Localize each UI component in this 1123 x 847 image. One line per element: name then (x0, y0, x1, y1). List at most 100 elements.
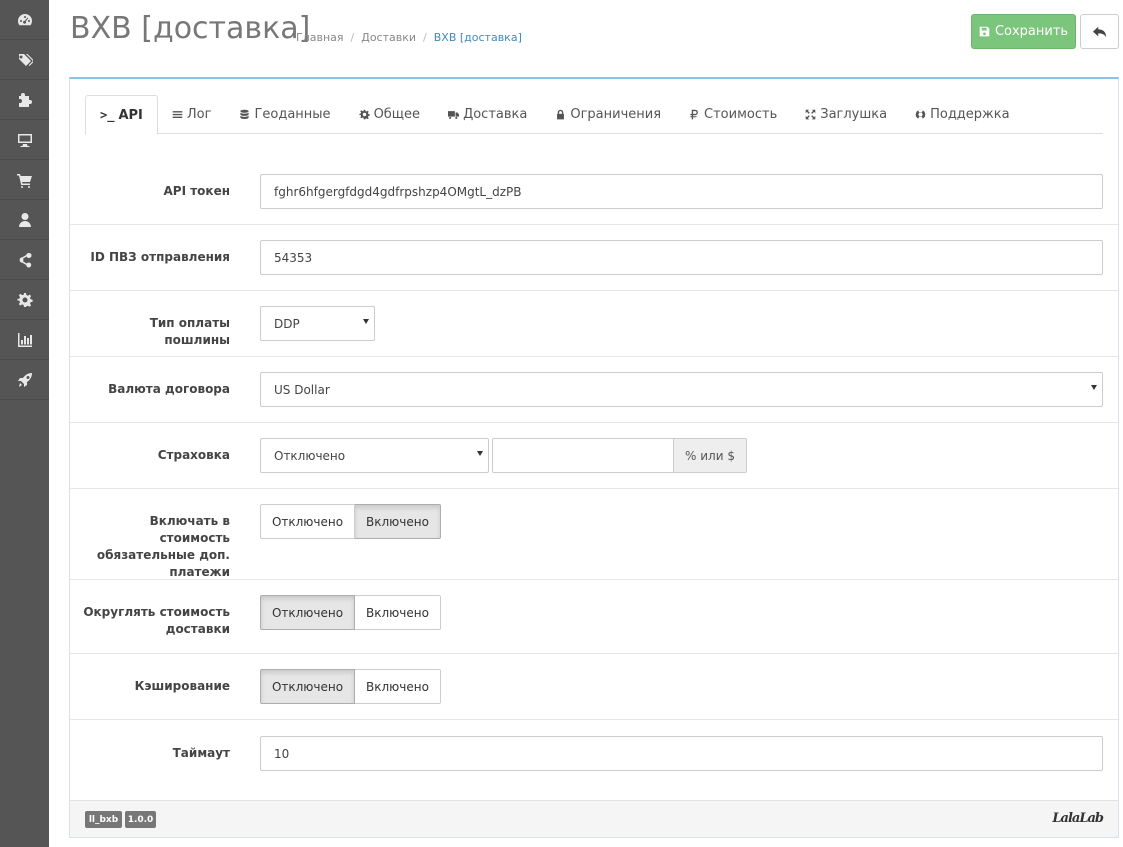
tab-api-label: API (118, 107, 143, 123)
reply-arrow-icon (1092, 26, 1106, 37)
tab-api[interactable]: >_ API (85, 95, 158, 135)
dashboard-icon (17, 13, 32, 25)
sidebar-item-extensions[interactable] (0, 80, 49, 120)
settings-panel: >_ API Лог Геоданные Общее Доставка Огра… (69, 77, 1119, 838)
gear-icon (358, 109, 370, 120)
tab-geodata[interactable]: Геоданные (225, 95, 344, 134)
insurance-select[interactable]: Отключено (260, 438, 489, 473)
tab-restrictions-label: Ограничения (570, 107, 662, 122)
form-row-duty-type: Тип оплаты пошлины DDP (70, 291, 1118, 357)
sidebar-item-design[interactable] (0, 120, 49, 160)
tab-stub-label: Заглушка (820, 107, 888, 122)
insurance-label: Страховка (157, 448, 230, 462)
timeout-label: Таймаут (172, 746, 230, 760)
save-button-label: Сохранить (994, 24, 1069, 39)
list-icon (172, 111, 183, 118)
tab-general[interactable]: Общее (345, 95, 435, 134)
bar-chart-icon (17, 332, 32, 347)
tab-restrictions[interactable]: Ограничения (541, 95, 675, 134)
duty-type-label: Тип оплаты пошлины (149, 316, 230, 347)
currency-select[interactable]: US Dollar (260, 372, 1103, 407)
form-row-caching: Кэширование Отключено Включено (70, 654, 1118, 720)
tab-bar: >_ API Лог Геоданные Общее Доставка Огра… (85, 95, 1103, 135)
breadcrumb-home-link[interactable]: Главная (296, 31, 344, 44)
sidebar-item-marketing[interactable] (0, 240, 49, 280)
form-row-timeout: Таймаут 10 (70, 720, 1118, 801)
sidebar-item-system[interactable] (0, 280, 49, 320)
sidebar-item-sales[interactable] (0, 160, 49, 200)
sidebar-item-catalog[interactable] (0, 40, 49, 80)
tab-support[interactable]: Поддержка (901, 95, 1024, 134)
breadcrumb: Главная / Доставки / BXB [доставка] (296, 31, 522, 44)
terminal-icon: >_ (100, 108, 115, 122)
lifebuoy-icon (915, 109, 926, 120)
cart-icon (16, 173, 32, 188)
caret-down-icon (1091, 385, 1097, 390)
desktop-icon (17, 133, 32, 147)
tab-cost-label: Стоимость (704, 107, 778, 122)
pvz-id-value: 54353 (274, 250, 313, 265)
floppy-disk-icon (979, 26, 990, 37)
pvz-id-label: ID ПВЗ отправления (90, 250, 230, 264)
tab-geodata-label: Геоданные (254, 107, 331, 122)
tab-cost[interactable]: Стоимость (675, 95, 791, 134)
currency-label: Валюта договора (108, 382, 230, 396)
rocket-icon (17, 372, 32, 387)
sidebar-item-reports[interactable] (0, 320, 49, 360)
form-row-currency: Валюта договора US Dollar (70, 357, 1118, 423)
lock-icon (557, 109, 565, 120)
save-button[interactable]: Сохранить (971, 14, 1076, 49)
breadcrumb-shipping-link[interactable]: Доставки (361, 31, 416, 44)
caching-on-button[interactable]: Включено (355, 669, 441, 704)
duty-type-value: DDP (274, 316, 300, 331)
tab-stub[interactable]: Заглушка (791, 95, 901, 134)
expand-icon (805, 109, 816, 120)
sidebar (0, 0, 49, 847)
sidebar-item-customers[interactable] (0, 200, 49, 240)
breadcrumb-separator: / (350, 31, 355, 44)
pvz-id-input[interactable]: 54353 (260, 240, 1103, 275)
caching-off-button[interactable]: Отключено (260, 669, 355, 704)
insurance-amount-input[interactable] (492, 438, 674, 473)
tab-delivery[interactable]: Доставка (434, 95, 541, 134)
caching-label: Кэширование (134, 679, 230, 693)
sidebar-item-dashboard[interactable] (0, 0, 49, 40)
tab-delivery-label: Доставка (463, 107, 528, 122)
caret-down-icon (363, 319, 369, 324)
gear-icon (16, 292, 33, 307)
module-badge: ll_bxb (85, 811, 122, 828)
insurance-value: Отключено (274, 448, 346, 463)
round-cost-on-button[interactable]: Включено (355, 595, 441, 630)
tab-log[interactable]: Лог (158, 95, 226, 134)
database-icon (240, 109, 250, 120)
back-button[interactable] (1080, 14, 1119, 49)
tab-general-label: Общее (373, 107, 421, 122)
api-token-value: fghr6hfgergfdgd4gdfrpshzp4OMgtL_dzPB (274, 184, 522, 199)
include-payments-label: Включать в стоимость обязательные доп. п… (96, 514, 230, 579)
caching-toggle: Отключено Включено (260, 669, 441, 704)
caret-down-icon (477, 451, 483, 456)
round-cost-off-button[interactable]: Отключено (260, 595, 355, 630)
breadcrumb-current-link[interactable]: BXB [доставка] (434, 31, 522, 44)
tags-icon (17, 53, 33, 66)
truck-icon (448, 111, 460, 119)
form-row-insurance: Страховка Отключено % или $ (70, 423, 1118, 489)
timeout-input[interactable]: 10 (260, 736, 1103, 771)
round-cost-toggle: Отключено Включено (260, 595, 441, 630)
vendor-logo[interactable]: LalaLab (1052, 811, 1104, 826)
insurance-unit-addon: % или $ (673, 438, 747, 473)
api-token-label: API токен (163, 184, 231, 198)
include-payments-on-button[interactable]: Включено (355, 504, 441, 539)
sidebar-item-promo[interactable] (0, 360, 49, 400)
ruble-icon (690, 109, 698, 120)
round-cost-label: Округлять стоимость доставки (83, 605, 230, 636)
form-row-include-payments: Включать в стоимость обязательные доп. п… (70, 489, 1118, 580)
tab-support-label: Поддержка (930, 107, 1010, 122)
duty-type-select[interactable]: DDP (260, 306, 375, 341)
form-row-pvz-id: ID ПВЗ отправления 54353 (70, 225, 1118, 291)
api-token-input[interactable]: fghr6hfgergfdgd4gdfrpshzp4OMgtL_dzPB (260, 174, 1103, 209)
include-payments-off-button[interactable]: Отключено (260, 504, 355, 539)
panel-footer: ll_bxb 1.0.0 LalaLab (70, 800, 1118, 837)
currency-value: US Dollar (274, 382, 330, 397)
form-row-api-token: API токен fghr6hfgergfdgd4gdfrpshzp4OMgt… (70, 158, 1118, 225)
